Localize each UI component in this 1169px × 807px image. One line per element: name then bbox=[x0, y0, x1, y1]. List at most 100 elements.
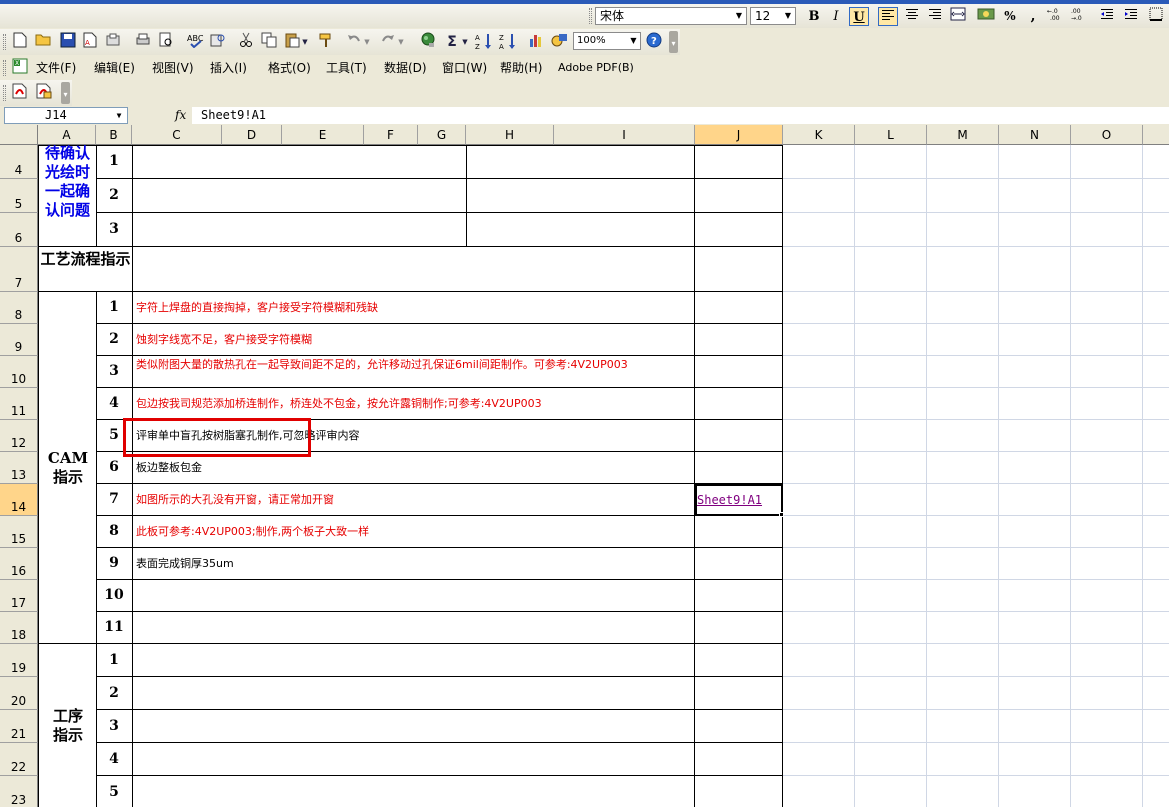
row-header-7[interactable]: 7 bbox=[0, 247, 38, 292]
cell-c4-g4[interactable] bbox=[133, 146, 466, 178]
zoom-select[interactable]: 100% ▼ bbox=[573, 32, 641, 50]
cell-j15[interactable] bbox=[695, 516, 782, 547]
row-header-19[interactable]: 19 bbox=[0, 644, 38, 677]
cell-c6-g6[interactable] bbox=[133, 213, 466, 246]
cell-c18-i18[interactable] bbox=[133, 612, 694, 643]
autosum-icon[interactable]: Σ bbox=[442, 32, 462, 52]
menu-window[interactable]: 窗口(W) bbox=[442, 60, 487, 76]
row-header-17[interactable]: 17 bbox=[0, 580, 38, 612]
increase-indent-button[interactable] bbox=[1121, 7, 1141, 26]
underline-button[interactable]: U bbox=[849, 7, 869, 26]
column-header-h[interactable]: H bbox=[466, 125, 554, 145]
pdf-file-icon[interactable]: A bbox=[80, 32, 100, 52]
cell-j12[interactable] bbox=[695, 420, 782, 451]
cell-h4-i4[interactable] bbox=[467, 146, 694, 178]
row-header-9[interactable]: 9 bbox=[0, 324, 38, 356]
cell-j13[interactable] bbox=[695, 452, 782, 483]
decrease-decimal-button[interactable]: .00 →.0 bbox=[1069, 7, 1089, 26]
italic-button[interactable]: I bbox=[826, 7, 846, 26]
column-header-f[interactable]: F bbox=[364, 125, 418, 145]
font-name-select[interactable]: 宋体 ▼ bbox=[595, 7, 747, 25]
research-icon[interactable] bbox=[208, 32, 228, 52]
help-icon[interactable]: ? bbox=[644, 32, 664, 52]
cut-icon[interactable] bbox=[236, 32, 256, 52]
cell-j23[interactable] bbox=[695, 776, 782, 807]
open-folder-icon[interactable] bbox=[34, 32, 54, 52]
column-header-n[interactable]: N bbox=[999, 125, 1071, 145]
chevron-down-icon[interactable]: ▼ bbox=[396, 32, 406, 52]
row-header-14[interactable]: 14 bbox=[0, 484, 38, 516]
column-header-d[interactable]: D bbox=[222, 125, 282, 145]
row-header-12[interactable]: 12 bbox=[0, 420, 38, 452]
chevron-down-icon[interactable]: ▼ bbox=[628, 34, 639, 48]
row-header-10[interactable]: 10 bbox=[0, 356, 38, 388]
undo-icon[interactable] bbox=[344, 32, 364, 52]
menu-format[interactable]: 格式(O) bbox=[268, 60, 311, 76]
row-header-18[interactable]: 18 bbox=[0, 612, 38, 644]
cell-c23-i23[interactable] bbox=[133, 776, 694, 807]
row-header-6[interactable]: 6 bbox=[0, 213, 38, 247]
cell-j20[interactable] bbox=[695, 677, 782, 709]
menu-data[interactable]: 数据(D) bbox=[384, 60, 427, 76]
row-header-16[interactable]: 16 bbox=[0, 548, 38, 580]
row-header-22[interactable]: 22 bbox=[0, 743, 38, 776]
permission-icon[interactable] bbox=[103, 32, 123, 52]
cell-j4[interactable] bbox=[695, 146, 782, 178]
pdf-email-icon[interactable] bbox=[34, 83, 54, 103]
column-header-b[interactable]: B bbox=[96, 125, 132, 145]
menu-help[interactable]: 帮助(H) bbox=[500, 60, 542, 76]
row-header-23[interactable]: 23 bbox=[0, 776, 38, 807]
column-header-a[interactable]: A bbox=[38, 125, 96, 145]
worksheet-grid[interactable]: A B C D E F G H I J K L M N O 4 5 6 7 8 … bbox=[0, 125, 1169, 807]
column-header-c[interactable]: C bbox=[132, 125, 222, 145]
cell-c22-i22[interactable] bbox=[133, 743, 694, 775]
drawing-icon[interactable] bbox=[550, 32, 570, 52]
cell-j17[interactable] bbox=[695, 580, 782, 611]
cell-j7[interactable] bbox=[695, 247, 782, 291]
save-icon[interactable] bbox=[58, 32, 78, 52]
convert-to-pdf-icon[interactable] bbox=[10, 83, 30, 103]
column-header-m[interactable]: M bbox=[927, 125, 999, 145]
cell-c17-i17[interactable] bbox=[133, 580, 694, 611]
toolbar-options-icon[interactable]: ▾ bbox=[61, 82, 70, 104]
spelling-icon[interactable]: ABC bbox=[186, 32, 206, 52]
bold-button[interactable]: B bbox=[804, 7, 824, 26]
cell-c19-i19[interactable] bbox=[133, 644, 694, 676]
toolbar-grip[interactable] bbox=[3, 34, 6, 50]
column-header-o[interactable]: O bbox=[1071, 125, 1143, 145]
menu-file[interactable]: 文件(F) bbox=[36, 60, 76, 76]
row-header-21[interactable]: 21 bbox=[0, 710, 38, 743]
new-file-icon[interactable] bbox=[10, 32, 30, 52]
align-right-button[interactable] bbox=[925, 7, 945, 26]
chevron-down-icon[interactable]: ▼ bbox=[782, 9, 794, 23]
menu-edit[interactable]: 编辑(E) bbox=[94, 60, 135, 76]
formula-input[interactable]: Sheet9!A1 bbox=[192, 107, 1169, 124]
borders-button[interactable] bbox=[1146, 7, 1166, 26]
row-header-5[interactable]: 5 bbox=[0, 179, 38, 213]
menu-grip[interactable] bbox=[3, 60, 6, 76]
menu-view[interactable]: 视图(V) bbox=[152, 60, 194, 76]
excel-document-icon[interactable]: X bbox=[10, 58, 30, 78]
row-header-4[interactable]: 4 bbox=[0, 145, 38, 179]
chevron-down-icon[interactable]: ▼ bbox=[362, 32, 372, 52]
chevron-down-icon[interactable]: ▼ bbox=[113, 108, 125, 123]
name-box[interactable]: J14 ▼ bbox=[4, 107, 128, 124]
font-size-select[interactable]: 12 ▼ bbox=[750, 7, 796, 25]
cell-j22[interactable] bbox=[695, 743, 782, 775]
cell-j8[interactable] bbox=[695, 292, 782, 323]
cell-j16[interactable] bbox=[695, 548, 782, 579]
column-header-i[interactable]: I bbox=[554, 125, 695, 145]
fill-handle[interactable] bbox=[779, 512, 784, 517]
chevron-down-icon[interactable]: ▼ bbox=[733, 9, 745, 23]
menu-tools[interactable]: 工具(T) bbox=[326, 60, 367, 76]
cell-j21[interactable] bbox=[695, 710, 782, 742]
row-header-11[interactable]: 11 bbox=[0, 388, 38, 420]
redo-icon[interactable] bbox=[378, 32, 398, 52]
cell-j11[interactable] bbox=[695, 388, 782, 419]
comma-button[interactable]: , bbox=[1023, 7, 1043, 26]
print-icon[interactable] bbox=[133, 32, 153, 52]
row-header-15[interactable]: 15 bbox=[0, 516, 38, 548]
format-painter-icon[interactable] bbox=[316, 32, 336, 52]
align-center-button[interactable] bbox=[902, 7, 922, 26]
cell-j5[interactable] bbox=[695, 179, 782, 212]
